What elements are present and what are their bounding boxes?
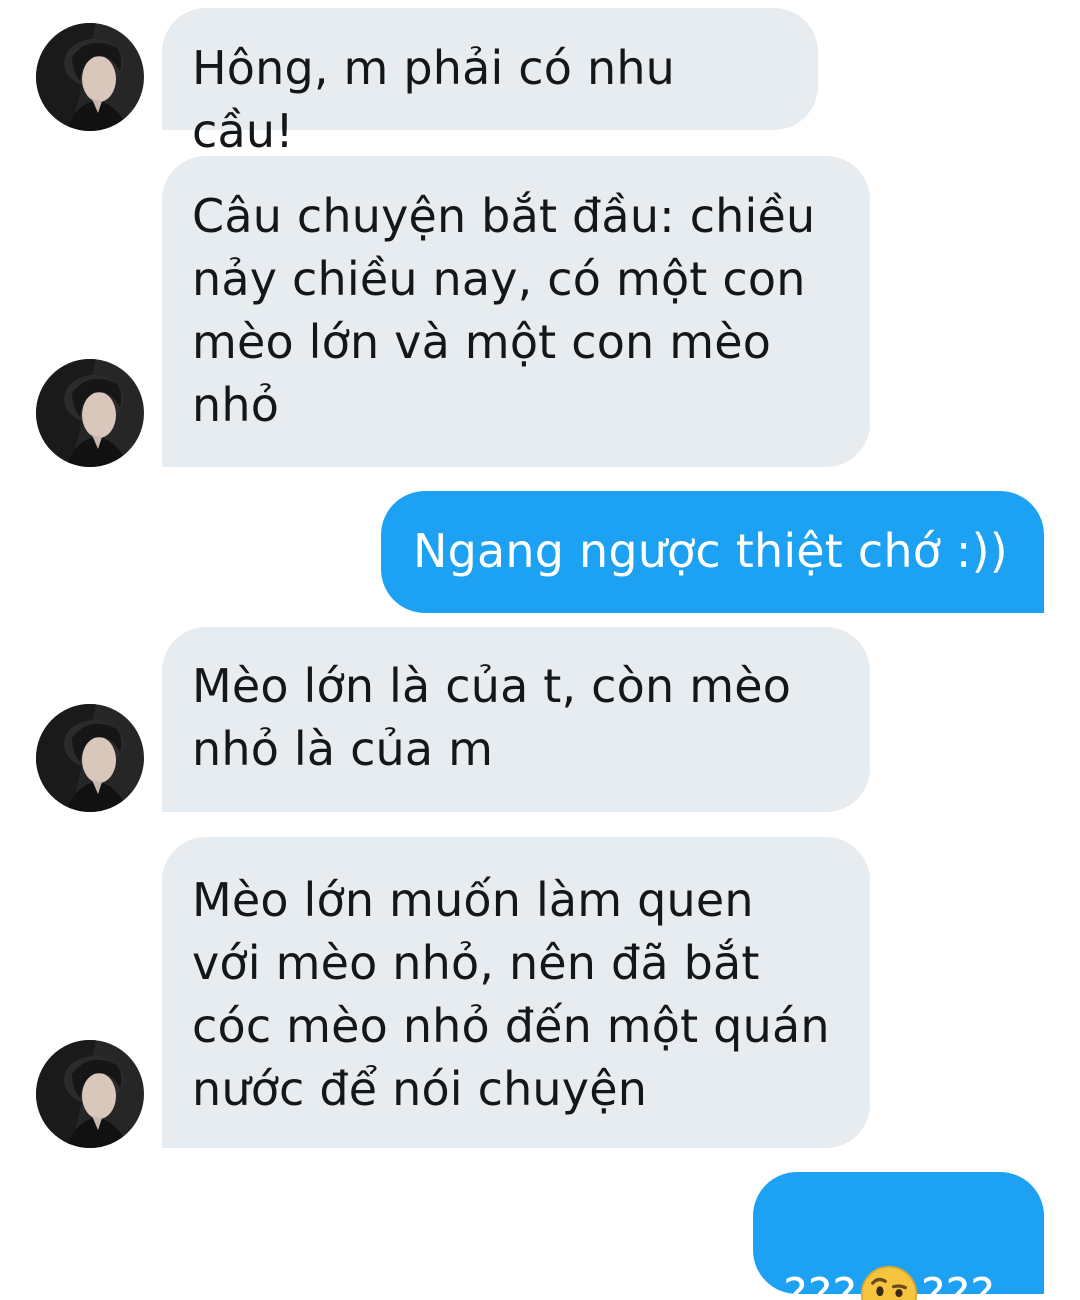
face-with-raised-eyebrow-icon xyxy=(860,1265,917,1300)
avatar-image xyxy=(36,1040,144,1148)
contact-avatar[interactable] xyxy=(36,1040,144,1148)
contact-avatar[interactable] xyxy=(36,23,144,131)
message-bubble-incoming[interactable]: Mèo lớn muốn làm quen với mèo nhỏ, nên đ… xyxy=(162,837,870,1148)
contact-avatar[interactable] xyxy=(36,359,144,467)
message-bubble-outgoing[interactable]: ??? ??? xyxy=(753,1172,1044,1300)
message-bubble-incoming[interactable]: Hông, m phải có nhu cầu! xyxy=(162,8,818,158)
contact-avatar[interactable] xyxy=(36,704,144,812)
message-bubble-incoming[interactable]: Câu chuyện bắt đầu: chiều nảy chiều nay,… xyxy=(162,156,870,467)
message-text-after: ??? xyxy=(920,1268,995,1300)
message-bubble-outgoing[interactable]: Ngang ngược thiệt chớ :)) xyxy=(381,491,1044,613)
avatar-image xyxy=(36,23,144,131)
message-bubble-incoming[interactable]: Mèo lớn là của t, còn mèo nhỏ là của m xyxy=(162,627,870,812)
avatar-image xyxy=(36,704,144,812)
message-text-before: ??? xyxy=(783,1268,857,1300)
avatar-image xyxy=(36,359,144,467)
